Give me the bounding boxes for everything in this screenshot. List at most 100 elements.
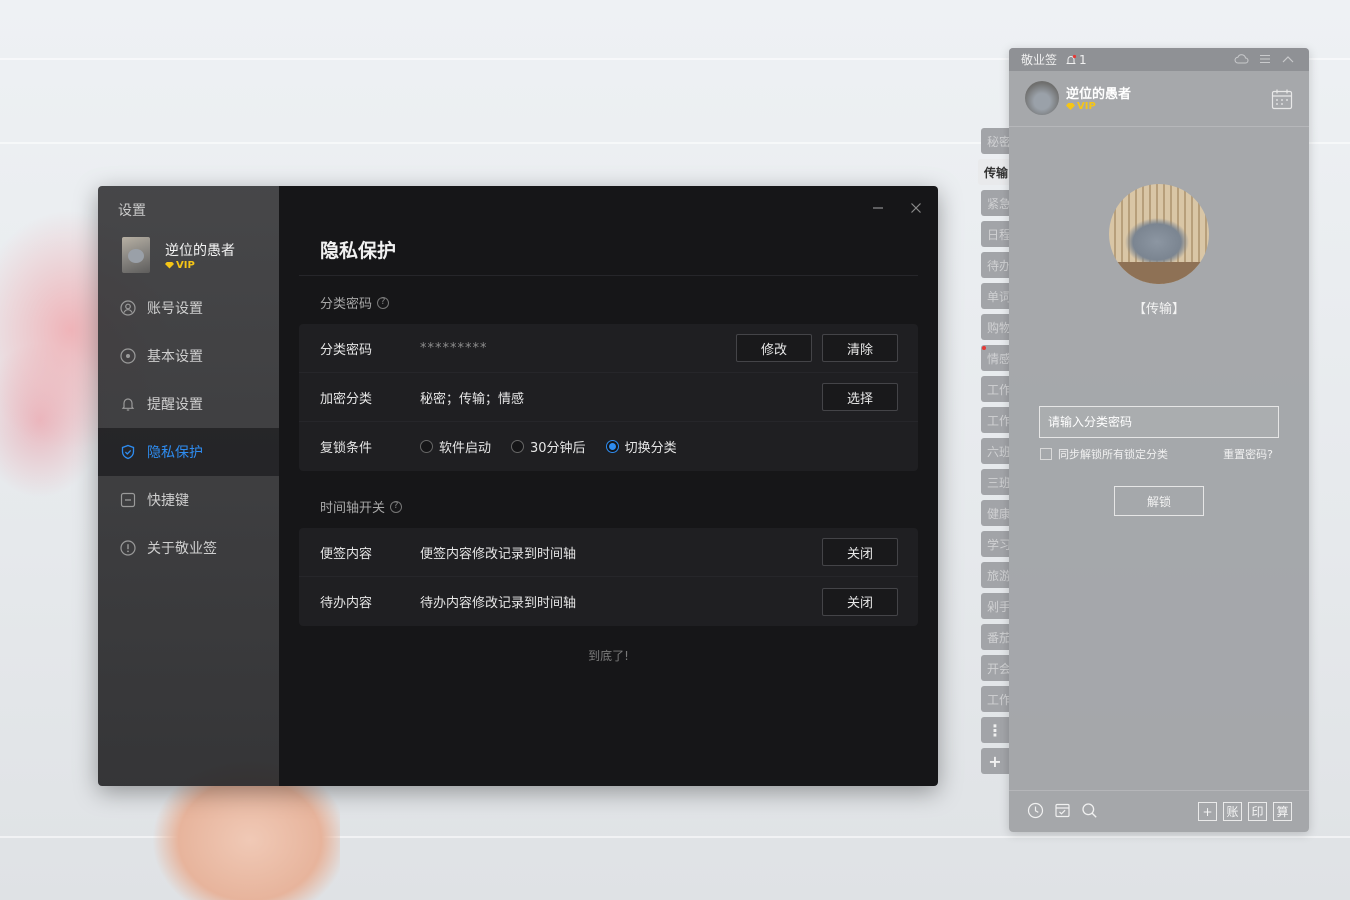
nav-label: 隐私保护: [147, 445, 203, 461]
notification-count: 1: [1079, 52, 1087, 67]
radio-button[interactable]: [420, 440, 433, 453]
search-icon[interactable]: [1081, 802, 1098, 819]
ledger-button[interactable]: 账: [1223, 802, 1242, 821]
category-tab[interactable]: 六班: [981, 438, 1009, 464]
clock-icon[interactable]: [1027, 802, 1044, 819]
avatar[interactable]: [1025, 81, 1059, 115]
row-label: 加密分类: [320, 391, 373, 407]
print-button[interactable]: 印: [1248, 802, 1267, 821]
category-tab[interactable]: 紧急: [981, 190, 1009, 216]
category-tab[interactable]: 开会: [981, 655, 1009, 681]
help-icon[interactable]: ?: [390, 500, 403, 513]
sync-unlock-option[interactable]: 同步解锁所有锁定分类: [1040, 446, 1168, 462]
radio-software-start[interactable]: 软件启动: [420, 437, 491, 456]
category-password-card: 分类密码 ********* 修改 清除 加密分类 秘密；传输；情感 选择 复锁…: [299, 324, 918, 471]
unlock-button[interactable]: 解锁: [1114, 486, 1204, 516]
chevron-up-icon[interactable]: [1280, 51, 1295, 66]
minimize-button[interactable]: [868, 198, 888, 218]
category-tab[interactable]: 购物: [981, 314, 1009, 340]
shield-icon: [120, 444, 136, 460]
reset-password-link[interactable]: 重置密码?: [1223, 446, 1273, 462]
user-profile[interactable]: 逆位的愚者 VIP: [122, 237, 235, 273]
nav-label: 快捷键: [147, 493, 189, 509]
category-tab[interactable]: 番茄: [981, 624, 1009, 650]
category-password-input[interactable]: [1039, 406, 1279, 438]
nav-label: 提醒设置: [147, 397, 203, 413]
nav-item-account[interactable]: 账号设置: [98, 284, 279, 332]
settings-content: 隐私保护 分类密码 ? 分类密码 ********* 修改 清除 加密分类 秘密…: [279, 186, 938, 786]
radio-switch-category[interactable]: 切换分类: [605, 437, 677, 456]
locked-category-name: 【传输】: [1132, 302, 1185, 317]
encrypted-categories-value: 秘密；传输；情感: [420, 391, 525, 407]
row-description: 便签内容修改记录到时间轴: [420, 546, 577, 562]
category-tab[interactable]: 旅游: [981, 562, 1009, 588]
radio-button-selected[interactable]: [605, 440, 619, 453]
close-button[interactable]: [906, 198, 926, 218]
section-title: 时间轴开关: [320, 501, 386, 516]
category-tab-active[interactable]: 传输: [978, 159, 1009, 185]
category-tab[interactable]: 工作: [981, 376, 1009, 402]
category-tab[interactable]: 单词: [981, 283, 1009, 309]
help-icon[interactable]: ?: [377, 296, 390, 309]
info-icon: [120, 540, 136, 556]
row-label: 分类密码: [320, 342, 373, 358]
widget-title-bar[interactable]: 敬业签 1: [1009, 48, 1309, 71]
row-label: 待办内容: [320, 596, 373, 611]
toggle-todos-timeline-button[interactable]: 关闭: [822, 587, 898, 616]
minimize-icon: [873, 207, 883, 209]
clear-password-button[interactable]: 清除: [822, 334, 898, 362]
radio-after-30-min[interactable]: 30分钟后: [511, 437, 586, 456]
cloud-sync-icon[interactable]: [1234, 51, 1249, 66]
relock-condition-row: 复锁条件 软件启动 30分钟后 切换分类: [299, 422, 918, 471]
calculator-button[interactable]: 算: [1273, 802, 1292, 821]
nav-item-shortcuts[interactable]: 快捷键: [98, 476, 279, 524]
nav-item-basic[interactable]: 基本设置: [98, 332, 279, 380]
select-categories-button[interactable]: 选择: [822, 383, 898, 411]
row-label: 便签内容: [320, 546, 373, 562]
nav-item-about[interactable]: 关于敬业签: [98, 524, 279, 572]
settings-sidebar: 设置 逆位的愚者 VIP 账号设置 基本设置 提醒设置 隐私保护 快捷键 关于敬…: [98, 186, 279, 786]
category-tab[interactable]: 工作: [981, 407, 1009, 433]
category-tab[interactable]: 工作: [981, 686, 1009, 712]
radio-label: 30分钟后: [530, 441, 586, 456]
user-name: 逆位的愚者: [1066, 87, 1132, 102]
settings-nav: 账号设置 基本设置 提醒设置 隐私保护 快捷键 关于敬业签: [98, 284, 279, 572]
user-icon: [120, 300, 136, 316]
category-tab[interactable]: 学习: [981, 531, 1009, 557]
category-tab[interactable]: 情感: [981, 345, 1009, 371]
close-icon: [911, 203, 921, 213]
toggle-notes-timeline-button[interactable]: 关闭: [822, 538, 898, 566]
nav-item-privacy[interactable]: 隐私保护: [98, 428, 279, 476]
modify-password-button[interactable]: 修改: [736, 334, 812, 362]
password-row: 分类密码 ********* 修改 清除: [299, 324, 918, 373]
add-note-button[interactable]: +: [1198, 802, 1217, 821]
notification-bell[interactable]: 1: [1065, 53, 1087, 67]
category-tab[interactable]: 日程: [981, 221, 1009, 247]
widget-user-header: 逆位的愚者 VIP: [1009, 71, 1309, 127]
add-category-button[interactable]: +: [981, 748, 1009, 774]
vip-badge: VIP: [1066, 101, 1096, 112]
settings-window: 设置 逆位的愚者 VIP 账号设置 基本设置 提醒设置 隐私保护 快捷键 关于敬…: [98, 186, 938, 786]
menu-icon[interactable]: [1257, 51, 1272, 66]
radio-button[interactable]: [511, 440, 525, 453]
note-widget: 敬业签 1 逆位的愚者 VIP 【传输】 同步解锁所有锁定分类 重置密码? 解锁…: [1009, 48, 1309, 832]
category-tab[interactable]: 秘密: [981, 128, 1009, 154]
sync-unlock-checkbox[interactable]: [1040, 448, 1052, 460]
category-tab[interactable]: 剁手: [981, 593, 1009, 619]
nav-item-reminder[interactable]: 提醒设置: [98, 380, 279, 428]
vip-badge: VIP: [165, 260, 235, 271]
category-tab[interactable]: 健康: [981, 500, 1009, 526]
divider: [299, 275, 918, 276]
category-lock-avatar: [1109, 184, 1209, 284]
radio-label: 切换分类: [624, 441, 677, 456]
nav-label: 基本设置: [147, 349, 203, 365]
page-title: 隐私保护: [320, 240, 397, 262]
more-tabs-button[interactable]: ⋮: [981, 717, 1009, 743]
todo-check-icon[interactable]: [1054, 802, 1071, 819]
category-tab[interactable]: 待办: [981, 252, 1009, 278]
window-title: 设置: [118, 203, 146, 219]
calendar-icon[interactable]: [1271, 88, 1293, 114]
category-tab[interactable]: 三班: [981, 469, 1009, 495]
keyboard-icon: [120, 492, 136, 508]
radio-label: 软件启动: [439, 441, 492, 456]
